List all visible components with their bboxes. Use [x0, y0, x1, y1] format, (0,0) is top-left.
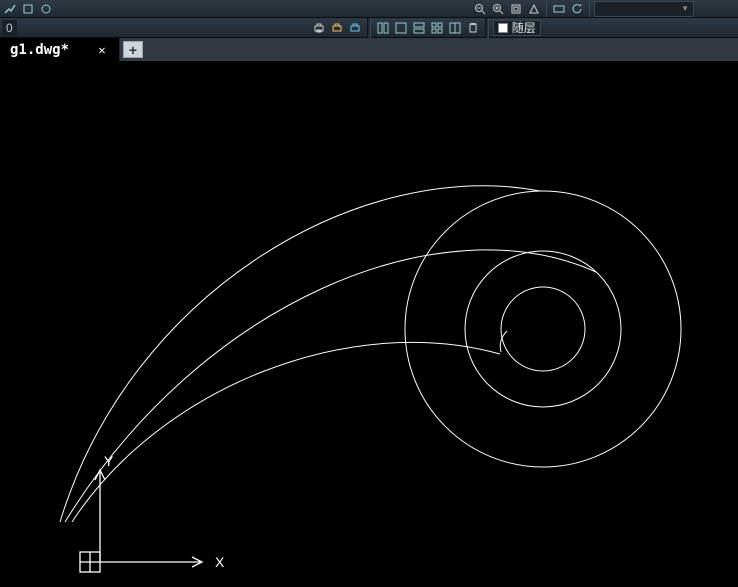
file-tab-label: g1.dwg* — [10, 42, 69, 58]
ucs-icon — [80, 470, 202, 572]
file-tab-strip: g1.dwg* ✕ + — [0, 38, 738, 62]
coordinate-readout: 0 — [2, 20, 17, 36]
layout-icon[interactable] — [447, 20, 463, 36]
file-tab-active[interactable]: g1.dwg* ✕ — [0, 38, 120, 61]
toolbar-group-separator — [485, 18, 489, 38]
toolbar-separator — [546, 1, 547, 17]
drawing-canvas: X Y — [0, 62, 738, 587]
layout-icon[interactable] — [411, 20, 427, 36]
toolbar-group-separator — [367, 18, 371, 38]
toolbar-separator — [589, 1, 590, 17]
refresh-icon[interactable] — [569, 1, 585, 17]
drawing-geometry — [60, 186, 681, 522]
print-icon[interactable] — [311, 20, 327, 36]
drawing-viewport[interactable]: X Y — [0, 62, 738, 587]
ucs-y-label: Y — [104, 453, 114, 469]
tool-icon[interactable] — [551, 1, 567, 17]
magnify-plus-icon[interactable] — [490, 1, 506, 17]
tool-icon[interactable] — [38, 1, 54, 17]
layout-icon[interactable] — [429, 20, 445, 36]
tool-icon[interactable] — [526, 1, 542, 17]
toolbar-second-row: 0 随层 — [0, 18, 738, 38]
layout-icon[interactable] — [393, 20, 409, 36]
layer-color-dropdown[interactable]: 随层 — [493, 20, 541, 36]
clipboard-icon[interactable] — [465, 20, 481, 36]
magnify-minus-icon[interactable] — [472, 1, 488, 17]
tool-icon[interactable] — [2, 1, 18, 17]
new-tab-button[interactable]: + — [123, 41, 143, 58]
layout-icon[interactable] — [375, 20, 391, 36]
print-icon[interactable] — [347, 20, 363, 36]
toolbar-top-row: ▼ — [0, 0, 738, 18]
print-icon[interactable] — [329, 20, 345, 36]
chevron-down-icon: ▼ — [681, 4, 689, 13]
linetype-dropdown[interactable]: ▼ — [594, 1, 694, 17]
ucs-x-label: X — [215, 554, 225, 570]
tool-icon[interactable] — [20, 1, 36, 17]
close-tab-button[interactable]: ✕ — [95, 43, 109, 57]
color-swatch-icon — [498, 23, 508, 33]
tool-icon[interactable] — [508, 1, 524, 17]
layer-combo-label: 随层 — [512, 19, 536, 36]
